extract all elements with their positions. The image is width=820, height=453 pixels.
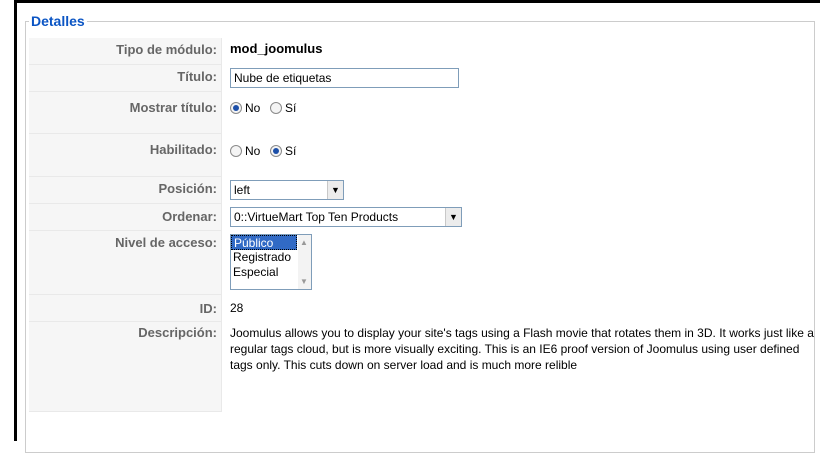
title-label: Título: xyxy=(29,64,222,92)
show-title-label: Mostrar título: xyxy=(29,91,222,134)
position-value: left xyxy=(234,182,251,197)
title-input[interactable]: Nube de etiquetas xyxy=(230,67,459,88)
order-value: 0::VirtueMart Top Ten Products xyxy=(234,209,399,224)
scroll-down-icon[interactable]: ▼ xyxy=(300,277,308,286)
order-label: Ordenar: xyxy=(29,203,222,231)
chevron-down-icon[interactable]: ▼ xyxy=(327,180,343,199)
position-select[interactable]: left ▼ xyxy=(230,179,344,200)
description-text: Joomulus allows you to display your site… xyxy=(230,325,814,372)
enabled-no-radio[interactable] xyxy=(230,145,242,158)
show-title-no-label: No xyxy=(245,101,261,116)
access-option-publico[interactable]: Público xyxy=(231,234,297,250)
scroll-up-icon[interactable]: ▲ xyxy=(300,238,308,247)
row-position: Posición: left ▼ xyxy=(29,176,820,204)
row-id: ID: 28 xyxy=(29,294,820,322)
show-title-yes-radio[interactable] xyxy=(269,102,282,115)
row-access: Nivel de acceso: Público Registrado Espe… xyxy=(29,230,820,295)
access-scrollbar[interactable]: ▲ ▼ xyxy=(298,234,311,289)
access-listbox[interactable]: Público Registrado Especial ▲ ▼ xyxy=(230,233,312,290)
access-option-especial[interactable]: Especial xyxy=(231,265,299,280)
row-show-title: Mostrar título: No Sí xyxy=(29,91,820,134)
enabled-yes-radio[interactable] xyxy=(269,145,282,158)
access-option-registrado[interactable]: Registrado xyxy=(231,250,299,265)
details-legend: Detalles xyxy=(31,13,85,29)
row-module-type: Tipo de módulo: mod_joomulus xyxy=(29,38,820,65)
show-title-no-radio[interactable] xyxy=(230,102,242,115)
enabled-yes-label: Sí xyxy=(284,144,297,159)
module-details-panel: Detalles Tipo de módulo: mod_joomulus Tí… xyxy=(14,0,820,453)
show-title-yes-label: Sí xyxy=(284,101,297,116)
row-description: Descripción: Joomulus allows you to disp… xyxy=(29,321,820,412)
row-title: Título: Nube de etiquetas xyxy=(29,64,820,92)
chevron-down-icon[interactable]: ▼ xyxy=(445,207,461,226)
position-label: Posición: xyxy=(29,176,222,204)
id-label: ID: xyxy=(29,294,222,322)
module-type-value: mod_joomulus xyxy=(230,41,323,56)
module-type-label: Tipo de módulo: xyxy=(29,38,222,65)
details-table: Tipo de módulo: mod_joomulus Título: Nub… xyxy=(29,38,820,412)
description-label: Descripción: xyxy=(29,321,222,412)
enabled-label: Habilitado: xyxy=(29,133,222,177)
row-order: Ordenar: 0::VirtueMart Top Ten Products … xyxy=(29,203,820,231)
enabled-no-label: No xyxy=(245,144,261,159)
row-enabled: Habilitado: No Sí xyxy=(29,133,820,177)
id-value: 28 xyxy=(230,300,244,315)
access-label: Nivel de acceso: xyxy=(29,230,222,295)
order-select[interactable]: 0::VirtueMart Top Ten Products ▼ xyxy=(230,206,462,227)
